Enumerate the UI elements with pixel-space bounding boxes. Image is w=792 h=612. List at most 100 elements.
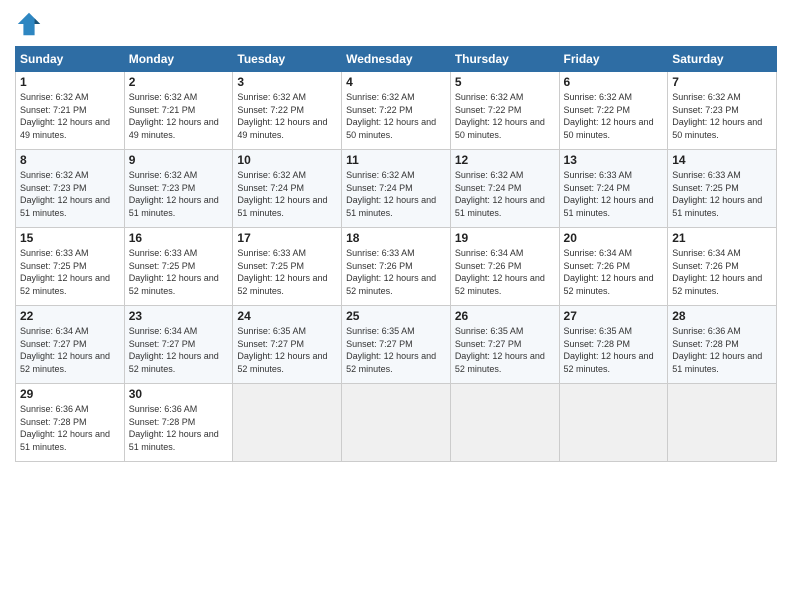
day-number: 3 — [237, 75, 337, 89]
day-info: Sunrise: 6:32 AMSunset: 7:23 PMDaylight:… — [672, 91, 772, 141]
calendar-day-cell: 23Sunrise: 6:34 AMSunset: 7:27 PMDayligh… — [124, 306, 233, 384]
day-number: 9 — [129, 153, 229, 167]
day-info: Sunrise: 6:32 AMSunset: 7:21 PMDaylight:… — [129, 91, 229, 141]
calendar-day-cell: 22 Sunrise: 6:34 AMSunset: 7:27 PMDayligh… — [16, 306, 125, 384]
weekday-header: Tuesday — [233, 47, 342, 72]
calendar-day-cell: 7 Sunrise: 6:32 AMSunset: 7:23 PMDaylight… — [668, 72, 777, 150]
day-info: Sunrise: 6:32 AMSunset: 7:21 PMDaylight:… — [20, 91, 120, 141]
calendar-day-cell: 13 Sunrise: 6:33 AMSunset: 7:24 PMDayligh… — [559, 150, 668, 228]
day-info: Sunrise: 6:32 AMSunset: 7:22 PMDaylight:… — [346, 91, 446, 141]
calendar-day-cell: 6 Sunrise: 6:32 AMSunset: 7:22 PMDaylight… — [559, 72, 668, 150]
weekday-header: Wednesday — [342, 47, 451, 72]
day-number: 15 — [20, 231, 120, 245]
header — [15, 10, 777, 38]
calendar-day-cell — [668, 384, 777, 462]
day-number: 6 — [564, 75, 664, 89]
day-number: 17 — [237, 231, 337, 245]
calendar-day-cell — [450, 384, 559, 462]
calendar-day-cell: 2 Sunrise: 6:32 AMSunset: 7:21 PMDaylight… — [124, 72, 233, 150]
calendar-day-cell: 28 Sunrise: 6:36 AMSunset: 7:28 PMDayligh… — [668, 306, 777, 384]
calendar-day-cell: 4 Sunrise: 6:32 AMSunset: 7:22 PMDaylight… — [342, 72, 451, 150]
calendar-day-cell: 30 Sunrise: 6:36 AMSunset: 7:28 PMDayligh… — [124, 384, 233, 462]
calendar-day-cell: 11 Sunrise: 6:32 AMSunset: 7:24 PMDayligh… — [342, 150, 451, 228]
day-number: 10 — [237, 153, 337, 167]
calendar-day-cell — [233, 384, 342, 462]
day-info: Sunrise: 6:32 AMSunset: 7:23 PMDaylight:… — [129, 169, 229, 219]
calendar-week-row: 29 Sunrise: 6:36 AMSunset: 7:28 PMDayligh… — [16, 384, 777, 462]
day-info: Sunrise: 6:36 AMSunset: 7:28 PMDaylight:… — [20, 403, 120, 453]
day-info: Sunrise: 6:32 AMSunset: 7:22 PMDaylight:… — [237, 91, 337, 141]
day-info: Sunrise: 6:32 AMSunset: 7:22 PMDaylight:… — [564, 91, 664, 141]
weekday-header: Thursday — [450, 47, 559, 72]
calendar-day-cell: 10 Sunrise: 6:32 AMSunset: 7:24 PMDayligh… — [233, 150, 342, 228]
day-number: 25 — [346, 309, 446, 323]
day-info: Sunrise: 6:34 AMSunset: 7:26 PMDaylight:… — [455, 247, 555, 297]
day-number: 2 — [129, 75, 229, 89]
calendar-day-cell: 20Sunrise: 6:34 AMSunset: 7:26 PMDayligh… — [559, 228, 668, 306]
logo-icon — [15, 10, 43, 38]
weekday-header: Monday — [124, 47, 233, 72]
day-info: Sunrise: 6:33 AMSunset: 7:25 PMDaylight:… — [129, 247, 229, 297]
calendar-day-cell: 27 Sunrise: 6:35 AMSunset: 7:28 PMDayligh… — [559, 306, 668, 384]
day-info: Sunrise: 6:33 AMSunset: 7:25 PMDaylight:… — [237, 247, 337, 297]
day-number: 12 — [455, 153, 555, 167]
day-number: 26 — [455, 309, 555, 323]
day-number: 27 — [564, 309, 664, 323]
day-number: 5 — [455, 75, 555, 89]
calendar-week-row: 15 Sunrise: 6:33 AMSunset: 7:25 PMDayligh… — [16, 228, 777, 306]
calendar-day-cell: 1 Sunrise: 6:32 AMSunset: 7:21 PMDaylight… — [16, 72, 125, 150]
day-info: Sunrise: 6:32 AMSunset: 7:23 PMDaylight:… — [20, 169, 120, 219]
calendar-day-cell: 9 Sunrise: 6:32 AMSunset: 7:23 PMDaylight… — [124, 150, 233, 228]
day-number: 29 — [20, 387, 120, 401]
calendar-day-cell — [342, 384, 451, 462]
day-info: Sunrise: 6:32 AMSunset: 7:24 PMDaylight:… — [346, 169, 446, 219]
calendar-day-cell: 18 Sunrise: 6:33 AMSunset: 7:26 PMDayligh… — [342, 228, 451, 306]
calendar-day-cell: 17 Sunrise: 6:33 AMSunset: 7:25 PMDayligh… — [233, 228, 342, 306]
day-info: Sunrise: 6:33 AMSunset: 7:25 PMDaylight:… — [20, 247, 120, 297]
day-info: Sunrise: 6:36 AMSunset: 7:28 PMDaylight:… — [129, 403, 229, 453]
weekday-header-row: SundayMondayTuesdayWednesdayThursdayFrid… — [16, 47, 777, 72]
calendar-day-cell: 25 Sunrise: 6:35 AMSunset: 7:27 PMDayligh… — [342, 306, 451, 384]
day-number: 22 — [20, 309, 120, 323]
day-number: 8 — [20, 153, 120, 167]
day-number: 4 — [346, 75, 446, 89]
day-info: Sunrise: 6:33 AMSunset: 7:24 PMDaylight:… — [564, 169, 664, 219]
day-info: Sunrise: 6:34 AMSunset: 7:27 PMDaylight:… — [20, 325, 120, 375]
day-number: 18 — [346, 231, 446, 245]
day-info: Sunrise: 6:34 AMSunset: 7:26 PMDaylight:… — [564, 247, 664, 297]
day-info: Sunrise: 6:33 AMSunset: 7:26 PMDaylight:… — [346, 247, 446, 297]
calendar-day-cell: 8 Sunrise: 6:32 AMSunset: 7:23 PMDaylight… — [16, 150, 125, 228]
calendar-day-cell: 15 Sunrise: 6:33 AMSunset: 7:25 PMDayligh… — [16, 228, 125, 306]
day-number: 7 — [672, 75, 772, 89]
day-number: 13 — [564, 153, 664, 167]
day-number: 30 — [129, 387, 229, 401]
day-info: Sunrise: 6:35 AMSunset: 7:27 PMDaylight:… — [455, 325, 555, 375]
calendar-day-cell: 16 Sunrise: 6:33 AMSunset: 7:25 PMDayligh… — [124, 228, 233, 306]
day-number: 11 — [346, 153, 446, 167]
weekday-header: Sunday — [16, 47, 125, 72]
day-info: Sunrise: 6:35 AMSunset: 7:27 PMDaylight:… — [346, 325, 446, 375]
logo — [15, 10, 45, 38]
calendar-day-cell: 21 Sunrise: 6:34 AMSunset: 7:26 PMDayligh… — [668, 228, 777, 306]
day-info: Sunrise: 6:32 AMSunset: 7:24 PMDaylight:… — [455, 169, 555, 219]
calendar-day-cell: 26 Sunrise: 6:35 AMSunset: 7:27 PMDayligh… — [450, 306, 559, 384]
day-number: 28 — [672, 309, 772, 323]
calendar-day-cell: 5 Sunrise: 6:32 AMSunset: 7:22 PMDaylight… — [450, 72, 559, 150]
day-info: Sunrise: 6:32 AMSunset: 7:24 PMDaylight:… — [237, 169, 337, 219]
day-number: 16 — [129, 231, 229, 245]
day-info: Sunrise: 6:35 AMSunset: 7:28 PMDaylight:… — [564, 325, 664, 375]
day-number: 21 — [672, 231, 772, 245]
weekday-header: Saturday — [668, 47, 777, 72]
calendar-week-row: 8 Sunrise: 6:32 AMSunset: 7:23 PMDaylight… — [16, 150, 777, 228]
day-number: 14 — [672, 153, 772, 167]
day-info: Sunrise: 6:32 AMSunset: 7:22 PMDaylight:… — [455, 91, 555, 141]
calendar-day-cell: 24Sunrise: 6:35 AMSunset: 7:27 PMDayligh… — [233, 306, 342, 384]
page: SundayMondayTuesdayWednesdayThursdayFrid… — [0, 0, 792, 612]
calendar-day-cell: 14 Sunrise: 6:33 AMSunset: 7:25 PMDayligh… — [668, 150, 777, 228]
day-info: Sunrise: 6:34 AMSunset: 7:26 PMDaylight:… — [672, 247, 772, 297]
day-number: 1 — [20, 75, 120, 89]
calendar-day-cell: 3 Sunrise: 6:32 AMSunset: 7:22 PMDaylight… — [233, 72, 342, 150]
day-info: Sunrise: 6:36 AMSunset: 7:28 PMDaylight:… — [672, 325, 772, 375]
weekday-header: Friday — [559, 47, 668, 72]
day-info: Sunrise: 6:33 AMSunset: 7:25 PMDaylight:… — [672, 169, 772, 219]
